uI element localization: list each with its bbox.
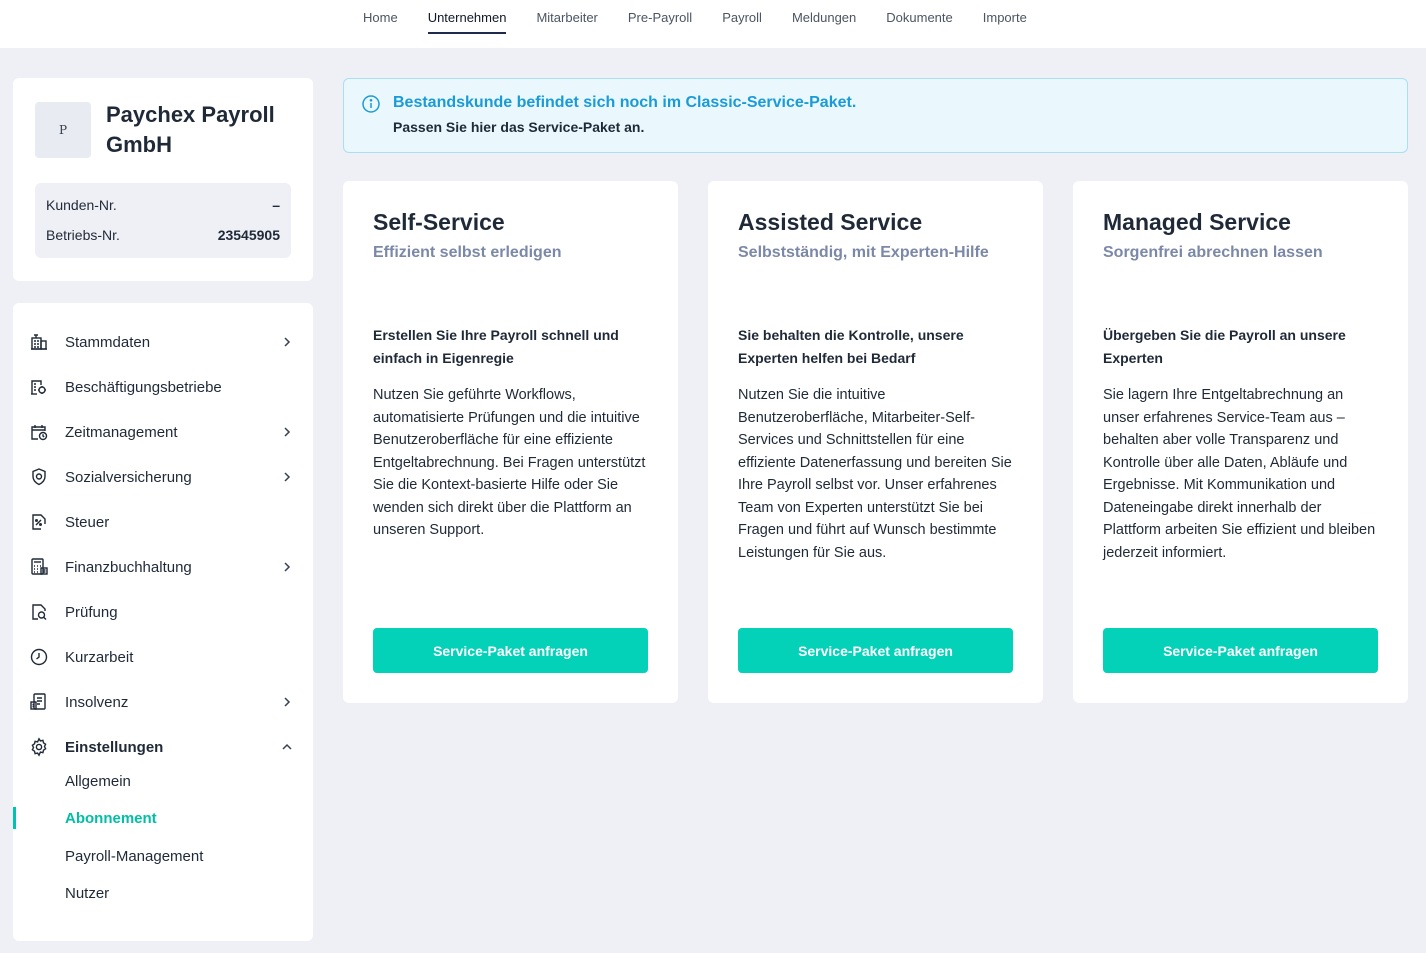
- calculator-icon: [29, 557, 49, 577]
- tab-pre-payroll[interactable]: Pre-Payroll: [628, 0, 692, 34]
- sidebar-subitem-label: Allgemein: [65, 772, 131, 790]
- tab-importe[interactable]: Importe: [983, 0, 1027, 34]
- top-nav-tabs: Home Unternehmen Mitarbeiter Pre-Payroll…: [363, 0, 1057, 48]
- sidebar-item-label: Beschäftigungsbetriebe: [65, 378, 222, 396]
- company-settings-icon: [29, 377, 49, 397]
- card-heading: Übergeben Sie die Payroll an unsere Expe…: [1103, 327, 1346, 366]
- card-subtitle: Effizient selbst erledigen: [373, 244, 562, 261]
- sidebar-item-zeitmanagement[interactable]: Zeitmanagement: [13, 417, 313, 447]
- sidebar-item-label: Zeitmanagement: [65, 423, 178, 441]
- card-subtitle: Sorgenfrei abrechnen lassen: [1103, 244, 1323, 261]
- kunden-nr-row: Kunden-Nr. –: [46, 196, 280, 226]
- sidebar-item-label: Einstellungen: [65, 738, 164, 756]
- sidebar-navigation: Stammdaten Beschäftigungsbetriebe Zeitma…: [13, 303, 313, 941]
- sidebar-item-beschaeftigungsbetriebe[interactable]: Beschäftigungsbetriebe: [13, 372, 313, 402]
- sidebar-item-sozialversicherung[interactable]: Sozialversicherung: [13, 462, 313, 492]
- card-heading: Erstellen Sie Ihre Payroll schnell und e…: [373, 327, 619, 366]
- sidebar-subitem-allgemein[interactable]: Allgemein: [13, 767, 313, 795]
- card-heading: Sie behalten die Kontrolle, unsere Exper…: [738, 327, 964, 366]
- betriebs-nr-value: 23545905: [217, 227, 280, 243]
- service-card-assisted-service: Assisted Service Selbstständig, mit Expe…: [708, 181, 1043, 703]
- request-package-button[interactable]: Service-Paket anfragen: [1103, 628, 1378, 673]
- card-title: Assisted Service: [738, 209, 923, 235]
- banner-subtitle: Passen Sie hier das Service-Paket an.: [393, 119, 645, 135]
- document-search-icon: [29, 602, 49, 622]
- active-indicator: [13, 807, 16, 829]
- tab-dokumente[interactable]: Dokumente: [886, 0, 952, 34]
- company-logo: P: [35, 102, 91, 158]
- top-navigation: Home Unternehmen Mitarbeiter Pre-Payroll…: [0, 0, 1426, 48]
- card-description: Sie lagern Ihre Entgeltabrechnung an uns…: [1103, 387, 1376, 561]
- tab-mitarbeiter[interactable]: Mitarbeiter: [536, 0, 597, 34]
- info-icon: [361, 94, 381, 114]
- sidebar-subitem-label: Abonnement: [65, 809, 157, 827]
- sidebar-item-steuer[interactable]: Steuer: [13, 507, 313, 537]
- chevron-right-icon: [279, 559, 295, 575]
- sidebar-subitem-payroll-management[interactable]: Payroll-Management: [13, 842, 313, 870]
- sidebar-item-label: Finanzbuchhaltung: [65, 558, 192, 576]
- shield-icon: [29, 467, 49, 487]
- sidebar-subitem-abonnement[interactable]: Abonnement: [13, 804, 313, 832]
- sidebar-item-stammdaten[interactable]: Stammdaten: [13, 327, 313, 357]
- card-subtitle: Selbstständig, mit Experten-Hilfe: [738, 244, 989, 261]
- info-banner: Bestandskunde befindet sich noch im Clas…: [343, 78, 1408, 153]
- request-package-button[interactable]: Service-Paket anfragen: [738, 628, 1013, 673]
- building-icon: [29, 332, 49, 352]
- card-description: Nutzen Sie die intuitive Benutzeroberflä…: [738, 387, 1012, 561]
- betriebs-nr-row: Betriebs-Nr. 23545905: [46, 226, 280, 256]
- chevron-right-icon: [279, 424, 295, 440]
- sidebar-subitem-nutzer[interactable]: Nutzer: [13, 879, 313, 907]
- sidebar-item-label: Prüfung: [65, 603, 118, 621]
- service-card-self-service: Self-Service Effizient selbst erledigen …: [343, 181, 678, 703]
- sidebar-item-einstellungen[interactable]: Einstellungen: [13, 732, 313, 762]
- sidebar-item-label: Stammdaten: [65, 333, 151, 351]
- sidebar-subitem-label: Nutzer: [65, 884, 110, 902]
- chevron-up-icon: [279, 739, 295, 755]
- sidebar-item-label: Sozialversicherung: [65, 468, 192, 486]
- sidebar-subitem-label: Payroll-Management: [65, 847, 204, 865]
- company-card: P Paychex Payroll GmbH Kunden-Nr. – Betr…: [13, 78, 313, 281]
- tab-meldungen[interactable]: Meldungen: [792, 0, 856, 34]
- sidebar-item-insolvenz[interactable]: Insolvenz: [13, 687, 313, 717]
- betriebs-nr-label: Betriebs-Nr.: [46, 227, 120, 243]
- sidebar-item-kurzarbeit[interactable]: Kurzarbeit: [13, 642, 313, 672]
- tab-payroll[interactable]: Payroll: [722, 0, 762, 34]
- calendar-clock-icon: [29, 422, 49, 442]
- card-description: Nutzen Sie geführte Workflows, automatis…: [373, 387, 646, 538]
- tab-unternehmen[interactable]: Unternehmen: [427, 0, 506, 34]
- card-title: Self-Service: [373, 209, 505, 235]
- kunden-nr-label: Kunden-Nr.: [46, 197, 117, 213]
- tax-percent-icon: [29, 512, 49, 532]
- banner-title: Bestandskunde befindet sich noch im Clas…: [393, 94, 857, 111]
- sidebar-item-label: Steuer: [65, 513, 110, 531]
- card-title: Managed Service: [1103, 209, 1291, 235]
- sidebar-item-label: Kurzarbeit: [65, 648, 134, 666]
- sidebar-item-label: Insolvenz: [65, 693, 129, 711]
- company-name: Paychex Payroll GmbH: [106, 102, 275, 157]
- clock-icon: [29, 647, 49, 667]
- chevron-right-icon: [279, 694, 295, 710]
- gear-icon: [29, 737, 49, 757]
- company-ids-box: Kunden-Nr. – Betriebs-Nr. 23545905: [35, 183, 291, 258]
- chevron-right-icon: [279, 469, 295, 485]
- sidebar-item-finanzbuchhaltung[interactable]: Finanzbuchhaltung: [13, 552, 313, 582]
- sidebar-item-pruefung[interactable]: Prüfung: [13, 597, 313, 627]
- document-list-icon: [29, 692, 49, 712]
- request-package-button[interactable]: Service-Paket anfragen: [373, 628, 648, 673]
- chevron-right-icon: [279, 334, 295, 350]
- kunden-nr-value: –: [272, 197, 280, 213]
- service-card-managed-service: Managed Service Sorgenfrei abrechnen las…: [1073, 181, 1408, 703]
- tab-home[interactable]: Home: [363, 0, 398, 34]
